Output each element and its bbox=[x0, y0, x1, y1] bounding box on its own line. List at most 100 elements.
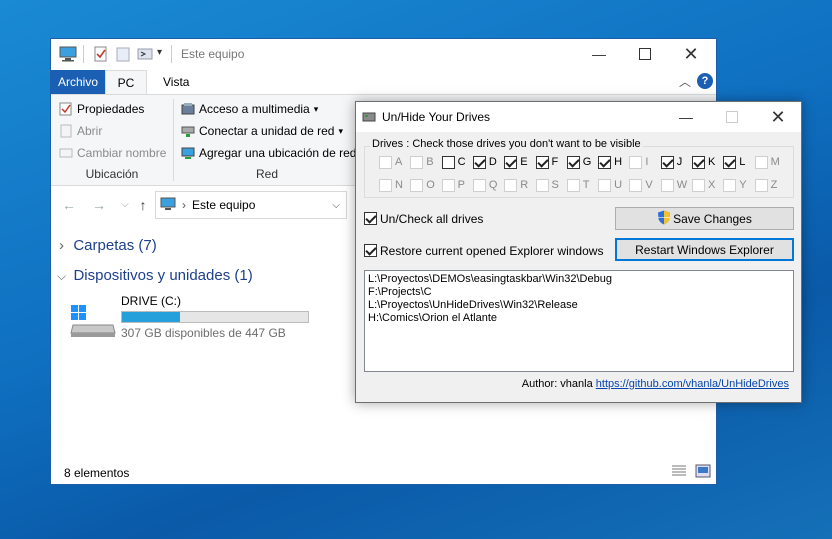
drive-checkbox-box bbox=[629, 156, 643, 169]
author-link[interactable]: https://github.com/vhanla/UnHideDrives bbox=[596, 378, 789, 390]
drive-letter-label: A bbox=[395, 156, 403, 168]
help-icon[interactable]: ? bbox=[697, 73, 713, 89]
address-dropdown-icon[interactable]: ⌵ bbox=[332, 200, 340, 211]
maximize-button[interactable] bbox=[622, 39, 668, 69]
drive-checkbox-e[interactable]: E bbox=[504, 155, 532, 171]
rename-button[interactable]: Cambiar nombre bbox=[59, 143, 166, 163]
drive-checkbox-box bbox=[379, 156, 392, 169]
path-list-item[interactable]: F:\Projects\C bbox=[368, 286, 790, 299]
author-credit: Author: vhanla https://github.com/vhanla… bbox=[522, 378, 789, 390]
drive-letter-label: D bbox=[488, 156, 497, 168]
drive-checkbox-d[interactable]: D bbox=[472, 155, 501, 171]
path-list-item[interactable]: H:\Comics\Orion el Atlante bbox=[368, 312, 790, 325]
media-access-label: Acceso a multimedia bbox=[199, 102, 310, 116]
uncheck-all-box[interactable] bbox=[364, 212, 377, 225]
section-carpetas[interactable]: › Carpetas (7) bbox=[59, 237, 157, 254]
forward-arrow-icon[interactable]: → bbox=[89, 195, 109, 215]
properties-label: Propiedades bbox=[77, 102, 145, 116]
ribbon-separator bbox=[173, 99, 174, 181]
restore-explorer-box[interactable] bbox=[364, 244, 377, 257]
up-arrow-icon[interactable]: ↑ bbox=[133, 195, 153, 215]
drive-checkbox-k[interactable]: K bbox=[692, 155, 720, 171]
rename-icon[interactable] bbox=[137, 46, 153, 62]
restore-explorer-label: Restore current opened Explorer windows bbox=[380, 244, 604, 258]
new-folder-icon[interactable] bbox=[115, 46, 131, 62]
chevron-right-icon: › bbox=[59, 237, 64, 254]
drive-checkbox-l[interactable]: L bbox=[723, 155, 751, 171]
drive-checkbox-j[interactable]: J bbox=[660, 155, 689, 171]
tab-pc[interactable]: PC bbox=[105, 70, 147, 94]
drive-letter-label: V bbox=[645, 179, 653, 191]
drive-letter-label: E bbox=[520, 156, 528, 168]
drive-checkbox-b: B bbox=[410, 155, 438, 171]
drive-checkbox-q: Q bbox=[472, 178, 501, 194]
drive-letter-label: J bbox=[676, 156, 683, 168]
drive-checkbox-s: S bbox=[535, 178, 564, 194]
back-arrow-icon[interactable]: ← bbox=[59, 195, 79, 215]
drive-checkbox-box[interactable] bbox=[535, 156, 549, 169]
collapse-ribbon-icon[interactable]: ︿ bbox=[679, 73, 691, 90]
map-network-drive-button[interactable]: Conectar a unidad de red ▾ bbox=[181, 121, 343, 141]
restore-explorer-checkbox[interactable]: Restore current opened Explorer windows bbox=[364, 243, 604, 259]
drive-usage-bar bbox=[121, 311, 309, 323]
drive-checkbox-box[interactable] bbox=[504, 156, 518, 169]
path-list-item[interactable]: L:\Proyectos\DEMOs\easingtaskbar\Win32\D… bbox=[368, 273, 790, 286]
dialog-minimize-button[interactable]: — bbox=[663, 102, 709, 132]
drive-checkbox-u: U bbox=[598, 178, 626, 194]
open-button[interactable]: Abrir bbox=[59, 121, 102, 141]
dialog-title: Un/Hide Your Drives bbox=[382, 110, 491, 124]
unhide-drives-dialog: Un/Hide Your Drives — ✕ Drives : Check t… bbox=[355, 101, 802, 403]
minimize-button[interactable]: — bbox=[576, 39, 622, 69]
drive-checkbox-w: W bbox=[660, 178, 689, 194]
opened-paths-list[interactable]: L:\Proyectos\DEMOs\easingtaskbar\Win32\D… bbox=[364, 270, 794, 372]
drive-checkbox-box bbox=[754, 179, 768, 192]
tiles-view-icon[interactable] bbox=[695, 464, 711, 481]
save-changes-button[interactable]: Save Changes bbox=[615, 207, 794, 230]
tab-vista[interactable]: Vista bbox=[153, 70, 199, 94]
drive-letter-label: Q bbox=[488, 179, 498, 191]
drive-checkbox-c[interactable]: C bbox=[441, 155, 470, 171]
drive-checkbox-box[interactable] bbox=[441, 156, 455, 169]
drive-checkbox-f[interactable]: F bbox=[535, 155, 564, 171]
dialog-maximize-button bbox=[709, 102, 755, 132]
item-count: 8 elementos bbox=[64, 466, 130, 480]
uncheck-all-checkbox[interactable]: Un/Check all drives bbox=[364, 211, 524, 227]
drive-checkbox-box[interactable] bbox=[660, 156, 674, 169]
group-label-red: Red bbox=[255, 167, 278, 181]
drive-checkbox-a: A bbox=[379, 155, 407, 171]
media-access-button[interactable]: Acceso a multimedia ▾ bbox=[181, 99, 318, 119]
recent-dropdown-icon[interactable]: ⌵ bbox=[115, 195, 135, 215]
tab-archivo[interactable]: Archivo bbox=[51, 70, 105, 94]
drive-checkbox-box[interactable] bbox=[566, 156, 580, 169]
drive-checkbox-g[interactable]: G bbox=[566, 155, 595, 171]
properties-button[interactable]: Propiedades bbox=[59, 99, 144, 119]
drive-checkbox-n: N bbox=[379, 178, 407, 194]
drive-checkbox-box bbox=[379, 179, 392, 192]
section-dispositivos[interactable]: ⌵ Dispositivos y unidades (1) bbox=[57, 267, 253, 284]
drive-letter-label: Y bbox=[739, 179, 747, 191]
window-title: Este equipo bbox=[181, 47, 245, 61]
drive-name[interactable]: DRIVE (C:) bbox=[121, 294, 181, 308]
drive-checkbox-box bbox=[410, 179, 424, 192]
dropdown-arrow-icon: ▾ bbox=[338, 126, 343, 136]
open-icon bbox=[59, 124, 73, 138]
qat-dropdown-icon[interactable]: ▾ bbox=[157, 47, 162, 58]
drive-checkbox-box[interactable] bbox=[598, 156, 612, 169]
section-dispositivos-label: Dispositivos y unidades (1) bbox=[73, 267, 253, 284]
path-list-item[interactable]: L:\Proyectos\UnHideDrives\Win32\Release bbox=[368, 299, 790, 312]
address-bar[interactable]: › Este equipo ⌵ bbox=[155, 191, 347, 219]
properties-icon[interactable] bbox=[93, 46, 109, 62]
drive-letter-label: N bbox=[395, 179, 403, 191]
rename-label: Cambiar nombre bbox=[77, 146, 167, 160]
drive-checkbox-box[interactable] bbox=[692, 156, 705, 169]
dialog-close-button[interactable]: ✕ bbox=[755, 102, 801, 132]
uncheck-all-label: Un/Check all drives bbox=[380, 212, 484, 226]
drive-checkbox-box[interactable] bbox=[723, 156, 737, 169]
drive-checkbox-box[interactable] bbox=[472, 156, 486, 169]
details-view-icon[interactable] bbox=[671, 464, 687, 481]
add-network-location-button[interactable]: Agregar una ubicación de red bbox=[181, 143, 356, 163]
restart-explorer-button[interactable]: Restart Windows Explorer bbox=[615, 238, 794, 261]
drive-checkbox-h[interactable]: H bbox=[598, 155, 626, 171]
drive-letter-label: T bbox=[582, 179, 590, 191]
close-button[interactable]: ✕ bbox=[668, 39, 714, 69]
